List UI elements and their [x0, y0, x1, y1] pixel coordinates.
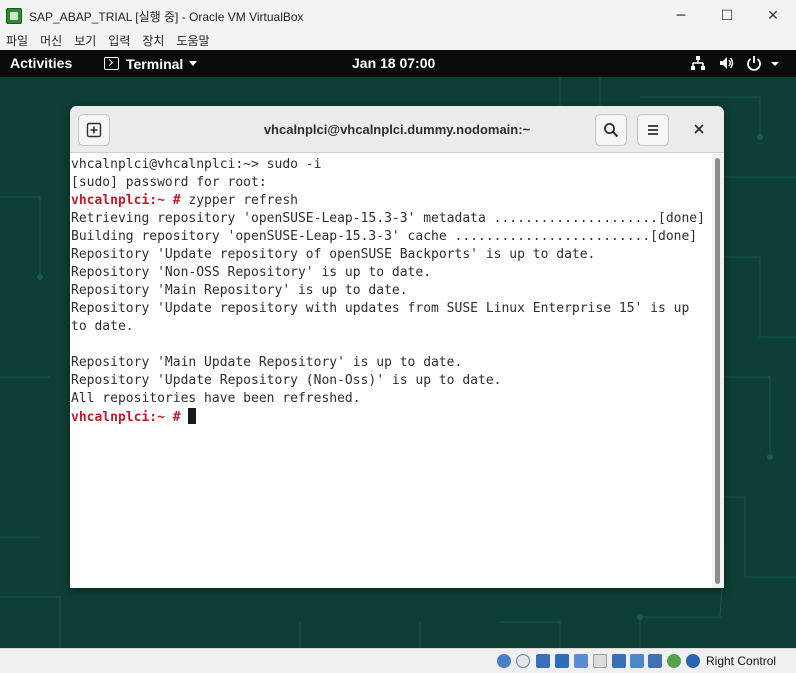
hamburger-menu-button[interactable] [637, 114, 669, 146]
terminal-line: vhcalnplci@vhcalnplci:~> sudo -i [71, 156, 712, 174]
maximize-button[interactable]: ☐ [704, 0, 750, 32]
terminal-line-text: Repository 'Non-OSS Repository' is up to… [71, 265, 432, 280]
scrollbar-thumb[interactable] [715, 158, 720, 584]
vbox-window-title: SAP_ABAP_TRIAL [실행 중] - Oracle VM Virtua… [29, 9, 304, 24]
network-icon[interactable] [555, 654, 569, 668]
guest-screen[interactable]: Activities Terminal Jan 18 07:00 vhcalnp… [0, 50, 796, 648]
close-icon [694, 124, 704, 134]
activities-button[interactable]: Activities [10, 50, 72, 77]
cpu-virtualization-icon[interactable] [648, 654, 662, 668]
volume-icon[interactable] [718, 55, 734, 71]
terminal-line-text: zypper refresh [180, 193, 298, 208]
system-menu-chevron-icon[interactable] [770, 59, 780, 69]
terminal-line-text: [sudo] password for root: [71, 175, 267, 190]
terminal-line-text: Repository 'Update repository of openSUS… [71, 247, 596, 262]
mouse-integration-icon[interactable] [686, 654, 700, 668]
app-menu-terminal[interactable]: Terminal [104, 50, 198, 77]
terminal-line: Repository 'Main Update Repository' is u… [71, 354, 712, 372]
terminal-line: Repository 'Update repository with updat… [71, 300, 712, 318]
shell-prompt: vhcalnplci:~ # [71, 410, 181, 425]
guest-additions-icon[interactable] [667, 654, 681, 668]
power-icon[interactable] [746, 55, 762, 71]
vbox-status-bar: Right Control [0, 648, 796, 672]
search-button[interactable] [595, 114, 627, 146]
usb-icon[interactable] [574, 654, 588, 668]
network-wired-icon[interactable] [690, 55, 706, 71]
terminal-line: All repositories have been refreshed. [71, 390, 712, 408]
terminal-line-text [181, 410, 189, 425]
terminal-line-text: Repository 'Update repository with updat… [71, 301, 690, 316]
terminal-line-text: Repository 'Main Update Repository' is u… [71, 355, 463, 370]
terminal-line-text: Repository 'Main Repository' is up to da… [71, 283, 408, 298]
menu-input[interactable]: 입력 [102, 32, 136, 50]
terminal-line: to date. [71, 318, 712, 336]
terminal-line-text: Building repository 'openSUSE-Leap-15.3-… [71, 229, 698, 244]
hamburger-menu-icon [648, 125, 658, 135]
terminal-line: Retrieving repository 'openSUSE-Leap-15.… [71, 210, 712, 228]
minimize-button[interactable]: ─ [658, 0, 704, 32]
terminal-output[interactable]: vhcalnplci@vhcalnplci:~> sudo -i [sudo] p… [70, 154, 712, 588]
close-window-button[interactable]: ✕ [750, 0, 796, 32]
menu-file[interactable]: 파일 [0, 32, 34, 50]
terminal-app-icon [104, 57, 119, 70]
gnome-top-bar: Activities Terminal Jan 18 07:00 [0, 50, 796, 77]
shared-folders-icon[interactable] [593, 654, 607, 668]
terminal-close-button[interactable] [688, 118, 710, 140]
terminal-line: Repository 'Non-OSS Repository' is up to… [71, 264, 712, 282]
host-key-label: Right Control [706, 654, 777, 668]
terminal-line: [sudo] password for root: [71, 174, 712, 192]
terminal-line: Repository 'Update repository of openSUS… [71, 246, 712, 264]
terminal-line: Repository 'Update Repository (Non-Oss)'… [71, 372, 712, 390]
clock[interactable]: Jan 18 07:00 [352, 50, 435, 77]
terminal-line-text: Repository 'Update Repository (Non-Oss)'… [71, 373, 502, 388]
terminal-line: vhcalnplci:~ # [71, 408, 712, 426]
vbox-title-bar[interactable]: SAP_ABAP_TRIAL [실행 중] - Oracle VM Virtua… [0, 0, 796, 32]
terminal-line-text: vhcalnplci@vhcalnplci:~> sudo -i [71, 157, 322, 172]
terminal-header-bar[interactable]: vhcalnplci@vhcalnplci.dummy.nodomain:~ [70, 106, 724, 153]
search-icon [604, 123, 619, 138]
terminal-window[interactable]: vhcalnplci@vhcalnplci.dummy.nodomain:~ v… [70, 106, 724, 588]
text-cursor [188, 408, 197, 424]
terminal-line: Building repository 'openSUSE-Leap-15.3-… [71, 228, 712, 246]
audio-icon[interactable] [536, 654, 550, 668]
terminal-line: Repository 'Main Repository' is up to da… [71, 282, 712, 300]
terminal-line-text: All repositories have been refreshed. [71, 391, 361, 406]
terminal-line-text: to date. [71, 319, 134, 334]
terminal-line-text: Retrieving repository 'openSUSE-Leap-15.… [71, 211, 705, 226]
hard-disk-icon[interactable] [497, 654, 511, 668]
menu-view[interactable]: 보기 [68, 32, 102, 50]
menu-devices[interactable]: 장치 [136, 32, 170, 50]
terminal-scrollbar[interactable] [712, 154, 724, 588]
shell-prompt: vhcalnplci:~ # [71, 193, 181, 208]
terminal-line: vhcalnplci:~ # zypper refresh [71, 192, 712, 210]
virtualbox-app-icon [6, 8, 22, 24]
optical-drive-icon[interactable] [516, 654, 530, 668]
menu-machine[interactable]: 머신 [34, 32, 68, 50]
video-capture-icon[interactable] [630, 654, 644, 668]
app-menu-label: Terminal [126, 55, 184, 72]
chevron-down-icon [189, 61, 198, 66]
menu-help[interactable]: 도움말 [170, 32, 215, 50]
vbox-menu-bar: 파일 머신 보기 입력 장치 도움말 [0, 32, 796, 50]
display-icon[interactable] [612, 654, 626, 668]
